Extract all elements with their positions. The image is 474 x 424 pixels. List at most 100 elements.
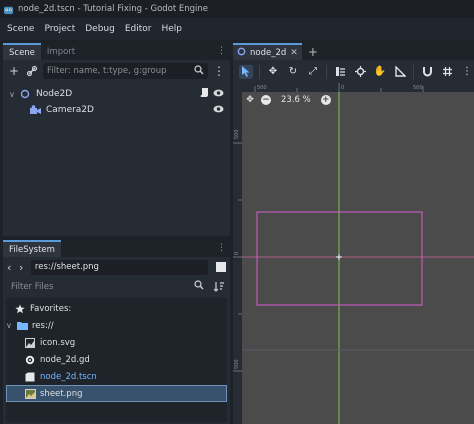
folder-icon bbox=[16, 320, 28, 332]
item-label: Favorites: bbox=[30, 303, 72, 314]
filesystem-dock: FileSystem ⋮ ‹ › res://sheet.png Filter … bbox=[3, 240, 230, 424]
move-mode-icon[interactable]: ✥ bbox=[266, 65, 280, 79]
zoom-out-button[interactable]: − bbox=[261, 95, 271, 105]
pivot-icon[interactable] bbox=[353, 65, 367, 79]
image-file-icon bbox=[24, 337, 36, 349]
menu-scene[interactable]: Scene bbox=[3, 24, 38, 34]
list-item-res-root[interactable]: ∨ res:// bbox=[6, 317, 227, 334]
forward-arrow-icon[interactable]: › bbox=[19, 261, 27, 274]
list-item-icon-svg[interactable]: icon.svg bbox=[6, 334, 227, 351]
ruler-labels: 500 0 500 500 0 500 bbox=[234, 85, 423, 369]
menu-help[interactable]: Help bbox=[158, 24, 187, 34]
node-label: Camera2D bbox=[46, 105, 94, 115]
select-mode-icon[interactable] bbox=[239, 64, 253, 79]
title-bar: node_2d.tscn - Tutorial Fixing - Godot E… bbox=[0, 0, 474, 18]
item-label: sheet.png bbox=[40, 388, 83, 399]
scene-filter-placeholder: Filter: name, t:type, g:group bbox=[47, 66, 167, 76]
kebab-menu-icon[interactable]: ⋮ bbox=[212, 64, 226, 78]
rotate-mode-icon[interactable]: ↻ bbox=[286, 65, 300, 79]
list-item-sheet-png[interactable]: sheet.png bbox=[6, 385, 227, 402]
menu-project[interactable]: Project bbox=[40, 24, 79, 34]
filter-files-input[interactable]: Filter Files bbox=[7, 279, 208, 294]
scene-filter-input[interactable]: Filter: name, t:type, g:group bbox=[43, 63, 208, 79]
ruler-label-v: 500 bbox=[234, 359, 240, 369]
dock-menu-icon[interactable]: ⋮ bbox=[217, 46, 226, 56]
filesystem-dock-tabs: FileSystem ⋮ bbox=[3, 240, 230, 257]
node2d-icon bbox=[237, 47, 246, 59]
list-item-favorites[interactable]: Favorites: bbox=[6, 300, 227, 317]
close-icon[interactable]: ✕ bbox=[290, 48, 298, 58]
chevron-down-icon[interactable]: ∨ bbox=[9, 90, 19, 99]
scene-dock: Scene Import ⋮ + Filter: name, t:type, g… bbox=[3, 43, 230, 236]
add-node-icon[interactable]: + bbox=[7, 64, 21, 78]
window-title: node_2d.tscn - Tutorial Fixing - Godot E… bbox=[18, 4, 209, 14]
scene-tabs: node_2d ✕ + bbox=[233, 43, 474, 60]
scene-tree: ∨ Node2D Camera2D bbox=[3, 82, 230, 118]
image-file-icon bbox=[24, 388, 36, 400]
list-item-node2d-tscn[interactable]: node_2d.tscn bbox=[6, 368, 227, 385]
star-icon bbox=[14, 303, 26, 315]
chevron-down-icon[interactable]: ∨ bbox=[6, 321, 16, 330]
gear-icon bbox=[24, 354, 36, 366]
menu-debug[interactable]: Debug bbox=[81, 24, 119, 34]
file-list: Favorites: ∨ res:// icon.svg node_2d.gd bbox=[6, 298, 227, 422]
vertical-ruler bbox=[233, 92, 242, 424]
list-item-node2d-gd[interactable]: node_2d.gd bbox=[6, 351, 227, 368]
visibility-eye-icon[interactable] bbox=[213, 105, 224, 116]
visibility-eye-icon[interactable] bbox=[213, 89, 224, 100]
item-label: res:// bbox=[32, 320, 54, 331]
snap-icon[interactable] bbox=[420, 65, 434, 79]
zoom-controls: ✥ − 23.6 % + bbox=[245, 95, 331, 105]
camera2d-icon bbox=[29, 104, 41, 116]
item-label: node_2d.tscn bbox=[40, 371, 97, 382]
back-arrow-icon[interactable]: ‹ bbox=[7, 261, 15, 274]
split-mode-icon[interactable] bbox=[216, 262, 226, 272]
tab-import[interactable]: Import bbox=[41, 43, 81, 60]
grid-snap-icon[interactable] bbox=[440, 65, 454, 79]
node2d-icon bbox=[19, 88, 31, 100]
editor-toolbar: ✥ ↻ ⤢ ✋ ⋮ bbox=[233, 60, 474, 83]
more-options-icon[interactable]: ⋮ bbox=[460, 65, 474, 79]
scene-dock-tabs: Scene Import ⋮ bbox=[3, 43, 230, 60]
menu-editor[interactable]: Editor bbox=[121, 24, 156, 34]
ruler-label-v: 500 bbox=[234, 129, 240, 139]
scale-mode-icon[interactable]: ⤢ bbox=[306, 65, 320, 79]
list-select-icon[interactable] bbox=[333, 65, 347, 79]
scene-file-icon bbox=[24, 371, 36, 383]
ruler-ticks bbox=[233, 83, 424, 372]
node-label: Node2D bbox=[36, 89, 73, 99]
view-options-icon[interactable]: ✥ bbox=[245, 95, 255, 105]
tree-node-node2d[interactable]: ∨ Node2D bbox=[3, 86, 230, 102]
origin-marker bbox=[336, 254, 342, 260]
horizontal-ruler bbox=[233, 83, 474, 92]
tree-node-camera2d[interactable]: Camera2D bbox=[3, 102, 230, 118]
sort-icon[interactable] bbox=[212, 280, 226, 294]
pan-mode-icon[interactable]: ✋ bbox=[373, 65, 387, 79]
godot-logo-icon bbox=[3, 6, 14, 14]
menu-bar: Scene Project Debug Editor Help bbox=[0, 18, 474, 40]
tab-filesystem[interactable]: FileSystem bbox=[3, 240, 61, 257]
item-label: node_2d.gd bbox=[40, 354, 90, 365]
zoom-in-button[interactable]: + bbox=[320, 95, 331, 105]
zoom-level[interactable]: 23.6 % bbox=[281, 95, 311, 105]
ruler-mode-icon[interactable] bbox=[393, 65, 407, 79]
add-tab-icon[interactable]: + bbox=[302, 43, 324, 60]
tab-scene[interactable]: Scene bbox=[3, 43, 41, 60]
filter-files-placeholder: Filter Files bbox=[11, 281, 54, 292]
ruler-label-h: 0 bbox=[341, 85, 344, 91]
scene-toolbar: + Filter: name, t:type, g:group ⋮ bbox=[3, 60, 230, 82]
script-icon[interactable] bbox=[200, 87, 210, 101]
canvas-viewport[interactable]: 500 0 500 500 0 500 ✥ − 23.6 % + bbox=[233, 83, 474, 424]
search-icon bbox=[194, 64, 204, 78]
canvas-svg: 500 0 500 500 0 500 bbox=[233, 83, 474, 424]
link-icon[interactable] bbox=[25, 64, 39, 78]
editor-2d: node_2d ✕ + ✥ ↻ ⤢ ✋ ⋮ 500 0 500 500 0 50… bbox=[233, 43, 474, 424]
search-icon bbox=[194, 280, 204, 293]
scene-tab-label: node_2d bbox=[250, 47, 287, 58]
dock-menu-icon[interactable]: ⋮ bbox=[217, 243, 226, 253]
item-label: icon.svg bbox=[40, 337, 76, 348]
ruler-label-v: 0 bbox=[234, 252, 240, 255]
path-field[interactable]: res://sheet.png bbox=[30, 259, 209, 275]
ruler-label-h: 500 bbox=[257, 85, 267, 91]
tab-node-2d[interactable]: node_2d ✕ bbox=[233, 43, 302, 60]
